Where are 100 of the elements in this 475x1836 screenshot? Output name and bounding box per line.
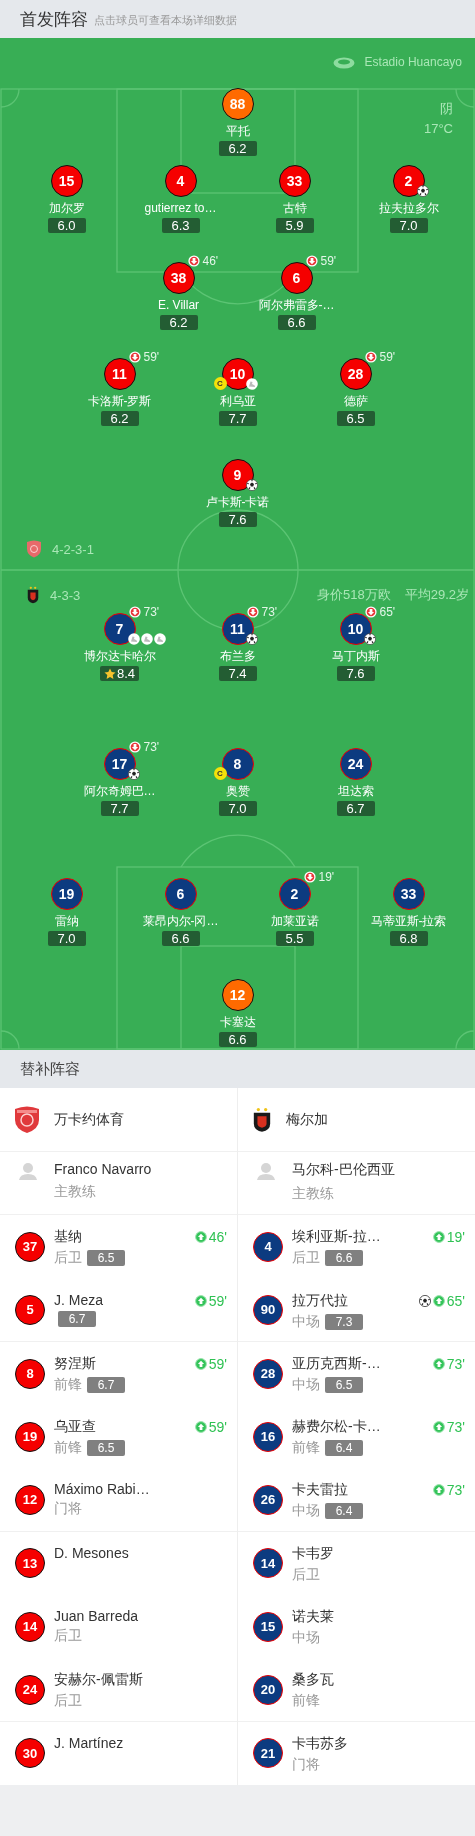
player-rating: 6.0 bbox=[47, 218, 86, 233]
player-name: J. Martínez bbox=[54, 1734, 124, 1751]
ball-icon bbox=[245, 479, 258, 491]
club-crest-icon bbox=[252, 1105, 272, 1134]
player-name: 桑多瓦 bbox=[292, 1671, 334, 1690]
player-number[interactable]: 19 bbox=[15, 1421, 45, 1452]
player-number[interactable]: 17 bbox=[103, 748, 136, 780]
substitution-minute: 73' bbox=[143, 605, 160, 619]
player-name: 加莱亚诺 bbox=[270, 914, 319, 929]
player-number[interactable]: 14 bbox=[15, 1611, 45, 1642]
player-rating: 7.3 bbox=[325, 1313, 363, 1330]
player-number[interactable]: 12 bbox=[15, 1484, 45, 1515]
player-rating: 6.2 bbox=[159, 315, 198, 330]
player-position: 前锋 bbox=[54, 1375, 82, 1394]
player-number[interactable]: 7 bbox=[103, 613, 136, 645]
player-number[interactable]: 10 bbox=[339, 613, 372, 645]
player-number[interactable]: 38 bbox=[162, 262, 195, 294]
substitution-on-icon bbox=[432, 1231, 445, 1244]
player-number[interactable]: 5 bbox=[15, 1294, 45, 1325]
hint-text: 点击球员可查看本场详细数据 bbox=[94, 13, 237, 28]
player-name: 卢卡斯-卡诺 bbox=[205, 495, 270, 510]
player-rating: 6.6 bbox=[277, 315, 316, 330]
player-position: 后卫 bbox=[54, 1249, 82, 1268]
player-rating: 7.6 bbox=[218, 512, 257, 527]
ball-icon bbox=[127, 768, 140, 780]
player-number[interactable]: 9 bbox=[221, 459, 254, 491]
player-number[interactable]: 88 bbox=[221, 88, 254, 120]
player-number[interactable]: 24 bbox=[339, 748, 372, 780]
captain-badge: C bbox=[213, 377, 227, 390]
player-number[interactable]: 30 bbox=[15, 1738, 45, 1769]
player-rating: 7.7 bbox=[218, 411, 257, 426]
player-number[interactable]: 4 bbox=[164, 165, 197, 197]
player-number[interactable]: 12 bbox=[221, 979, 254, 1011]
player-number[interactable]: 33 bbox=[278, 165, 311, 197]
player-rating: 6.6 bbox=[218, 1032, 257, 1047]
player-name: 博尔达卡哈尔 bbox=[83, 649, 156, 664]
player-name: 马丁内斯 bbox=[331, 649, 380, 664]
player-name: 莱昂内尔-冈… bbox=[142, 914, 219, 929]
player-position: 前锋 bbox=[292, 1692, 320, 1711]
stadium-icon bbox=[332, 57, 355, 69]
player-number[interactable]: 37 bbox=[15, 1231, 45, 1262]
player-number[interactable]: 21 bbox=[253, 1738, 283, 1769]
player-position: 中场 bbox=[292, 1629, 320, 1648]
player-position: 门将 bbox=[292, 1755, 320, 1774]
player-position: 中场 bbox=[292, 1312, 320, 1331]
substitution-on-icon bbox=[432, 1357, 445, 1370]
player-number[interactable]: 33 bbox=[392, 878, 425, 910]
player-rating: 6.7 bbox=[58, 1310, 96, 1327]
substitution-minute: 65' bbox=[446, 1292, 465, 1309]
player-position: 后卫 bbox=[292, 1565, 320, 1584]
section-title: 首发阵容 bbox=[20, 8, 88, 31]
player-number[interactable]: 24 bbox=[15, 1674, 45, 1705]
player-name: 卡韦苏多 bbox=[292, 1734, 348, 1753]
substitution-on-icon bbox=[194, 1421, 207, 1434]
player-rating: 6.4 bbox=[325, 1440, 363, 1457]
player-number[interactable]: 28 bbox=[253, 1358, 283, 1389]
player-number[interactable]: 11 bbox=[221, 613, 254, 645]
player-name: 卡洛斯-罗斯 bbox=[87, 394, 152, 409]
player-name: 拉夫拉多尔 bbox=[378, 201, 439, 216]
player-number[interactable]: 4 bbox=[253, 1231, 283, 1262]
player-name: 马蒂亚斯-拉索 bbox=[370, 914, 447, 929]
player-name: 雷纳 bbox=[54, 914, 79, 929]
player-number[interactable]: 90 bbox=[253, 1294, 283, 1325]
player-number[interactable]: 28 bbox=[339, 358, 372, 390]
player-number[interactable]: 2 bbox=[392, 165, 425, 197]
substitution-on-icon bbox=[432, 1421, 445, 1434]
player-number[interactable]: 8 bbox=[15, 1358, 45, 1389]
player-number[interactable]: 6 bbox=[280, 262, 313, 294]
coach-avatar-icon bbox=[18, 1161, 38, 1181]
player-number[interactable]: 19 bbox=[50, 878, 83, 910]
ball-icon bbox=[363, 633, 376, 645]
player-name: 布兰多 bbox=[219, 649, 256, 664]
player-rating: 6.8 bbox=[389, 931, 428, 946]
player-name: Juan Barreda bbox=[54, 1608, 139, 1625]
player-number[interactable]: 2 bbox=[278, 878, 311, 910]
substitution-on-icon bbox=[194, 1231, 207, 1244]
coach-role: 主教练 bbox=[292, 1185, 335, 1203]
player-number[interactable]: 15 bbox=[253, 1611, 283, 1642]
player-position: 前锋 bbox=[292, 1439, 320, 1458]
player-rating: 6.6 bbox=[325, 1250, 363, 1267]
boot-icon bbox=[153, 633, 166, 645]
player-name: 奥赞 bbox=[225, 784, 250, 799]
player-name: 阿尔弗雷多-… bbox=[258, 298, 335, 313]
player-number[interactable]: 6 bbox=[164, 878, 197, 910]
player-rating: 5.9 bbox=[275, 218, 314, 233]
substitution-on-icon bbox=[194, 1357, 207, 1370]
player-name: 安赫尔-佩雷斯 bbox=[54, 1671, 143, 1690]
player-number[interactable]: 20 bbox=[253, 1674, 283, 1705]
player-number[interactable]: 15 bbox=[50, 165, 83, 197]
substitution-minute: 59' bbox=[208, 1292, 227, 1309]
substitution-minute: 73' bbox=[446, 1355, 465, 1372]
player-number[interactable]: 11 bbox=[103, 358, 136, 390]
player-number[interactable]: 16 bbox=[253, 1421, 283, 1452]
player-name: 阿尔奇姆巴… bbox=[83, 784, 156, 799]
player-number[interactable]: 26 bbox=[253, 1484, 283, 1515]
player-number[interactable]: 14 bbox=[253, 1548, 283, 1579]
team-name: 万卡约体育 bbox=[54, 1110, 124, 1129]
substitution-minute: 65' bbox=[379, 605, 396, 619]
substitution-minute: 73' bbox=[446, 1482, 465, 1499]
player-number[interactable]: 13 bbox=[15, 1548, 45, 1579]
